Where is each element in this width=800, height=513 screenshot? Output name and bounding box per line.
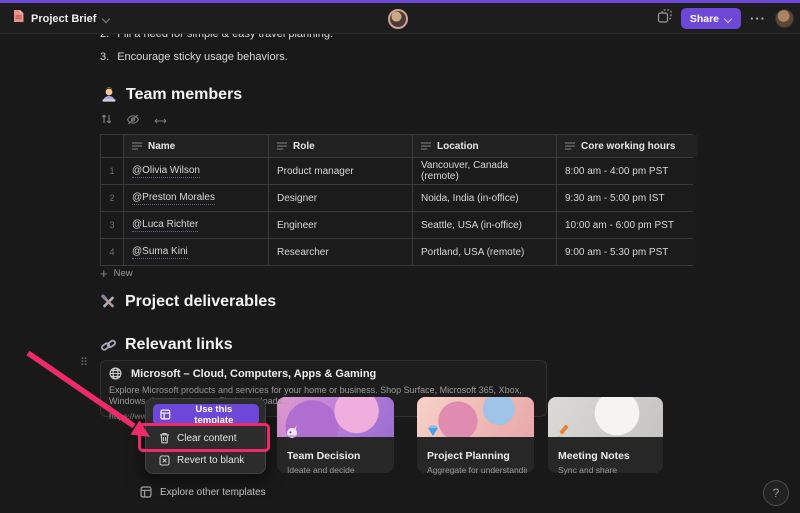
share-label: Share [690, 13, 719, 25]
section-heading-team-members: Team members [100, 86, 242, 104]
team-members-table: Name Role Location Core working hours 1 … [100, 134, 693, 266]
template-subtitle: Sync and share [548, 462, 658, 475]
column-header-hours[interactable]: Core working hours [557, 135, 698, 157]
topbar: Project Brief Share ··· [0, 3, 800, 34]
cell-name[interactable]: @Luca Richter [124, 212, 268, 238]
cell-location[interactable]: Noida, India (in-office) [413, 185, 556, 211]
cell-location[interactable]: Portland, USA (remote) [413, 239, 556, 265]
cell-role[interactable]: Researcher [269, 239, 412, 265]
revert-to-blank-menu-item[interactable]: Revert to blank [153, 450, 259, 470]
block-context-menu: Use this template Clear content Revert t… [145, 398, 266, 474]
column-label: Role [293, 141, 315, 152]
revert-blank-icon [159, 455, 170, 466]
section-title: Project deliverables [125, 293, 276, 311]
row-number: 2 [101, 185, 123, 211]
use-this-template-button[interactable]: Use this template [153, 404, 259, 425]
text-property-icon [565, 142, 575, 150]
cell-role[interactable]: Engineer [269, 212, 412, 238]
text-property-icon [132, 142, 142, 150]
add-row-button[interactable]: + New [100, 268, 133, 279]
template-icon [160, 409, 171, 420]
trash-icon [159, 432, 170, 444]
page-doc-icon [12, 9, 25, 28]
top-accent-strip [0, 0, 800, 3]
cell-name[interactable]: @Preston Morales [124, 185, 268, 211]
list-text: Encourage sticky usage behaviors. [117, 51, 288, 63]
hide-columns-icon[interactable] [126, 112, 140, 130]
template-thumbnail [548, 397, 663, 437]
user-avatar[interactable] [775, 9, 794, 28]
link-icon [100, 337, 117, 354]
template-icon [140, 486, 152, 498]
section-title: Relevant links [125, 336, 233, 354]
list-number: 3. [100, 51, 109, 63]
row-number: 4 [101, 239, 123, 265]
template-subtitle: Ideate and decide [277, 462, 387, 475]
cell-name[interactable]: @Olivia Wilson [124, 158, 268, 184]
menu-item-label: Clear content [177, 433, 236, 444]
title-chevron-icon[interactable] [102, 15, 110, 23]
row-number: 1 [101, 158, 123, 184]
diamond-icon [425, 423, 441, 444]
resize-columns-icon[interactable] [154, 112, 167, 130]
cell-role[interactable]: Product manager [269, 158, 412, 184]
section-heading-deliverables: Project deliverables [100, 293, 276, 311]
explore-templates-label: Explore other templates [160, 487, 266, 498]
user-mention[interactable]: @Luca Richter [132, 219, 198, 232]
sort-icon[interactable] [101, 112, 112, 130]
cell-hours[interactable]: 9:30 am - 5:00 pm IST [557, 185, 698, 211]
text-property-icon [421, 142, 431, 150]
user-mention[interactable]: @Suma Kini [132, 246, 188, 259]
column-header-location[interactable]: Location [413, 135, 556, 157]
menu-item-label: Use this template [176, 404, 252, 426]
cell-hours[interactable]: 10:00 am - 6:00 pm PST [557, 212, 698, 238]
row-number: 3 [101, 212, 123, 238]
cell-role[interactable]: Designer [269, 185, 412, 211]
section-title: Team members [126, 86, 242, 104]
bookmark-title: Microsoft – Cloud, Computers, Apps & Gam… [131, 368, 376, 380]
table-toolbar [101, 112, 167, 130]
share-chevron-icon [724, 15, 732, 23]
cell-hours[interactable]: 8:00 am - 4:00 pm PST [557, 158, 698, 184]
text-property-icon [277, 142, 287, 150]
drag-handle-icon[interactable]: ⠿ [80, 356, 88, 369]
help-button[interactable]: ? [763, 480, 789, 506]
cell-location[interactable]: Vancouver, Canada (remote) [413, 158, 556, 184]
clear-content-menu-item[interactable]: Clear content [153, 428, 259, 448]
list-item[interactable]: 3. Encourage sticky usage behaviors. [100, 51, 288, 63]
column-label: Name [148, 141, 175, 152]
template-card-meeting-notes[interactable]: Meeting Notes Sync and share [548, 397, 663, 473]
menu-item-label: Revert to blank [177, 455, 244, 466]
user-mention[interactable]: @Preston Morales [132, 192, 215, 205]
more-button[interactable]: ··· [750, 11, 766, 26]
share-button[interactable]: Share [681, 8, 741, 29]
new-row-label: New [114, 268, 133, 279]
template-subtitle: Aggregate for understanding an... [417, 462, 527, 475]
cell-name[interactable]: @Suma Kini [124, 239, 268, 265]
column-label: Location [437, 141, 479, 152]
collaborator-avatar[interactable] [388, 9, 408, 29]
table-corner-cell [101, 135, 123, 157]
explore-templates-button[interactable]: Explore other templates [140, 486, 266, 498]
column-header-name[interactable]: Name [124, 135, 268, 157]
unicorn-icon [285, 423, 301, 444]
cell-location[interactable]: Seattle, USA (in-office) [413, 212, 556, 238]
woman-technologist-icon [100, 86, 118, 104]
plus-icon: + [100, 269, 108, 278]
section-heading-links: Relevant links [100, 336, 233, 354]
column-label: Core working hours [581, 141, 675, 152]
pencil-icon [556, 423, 572, 444]
cell-hours[interactable]: 9:00 am - 5:30 pm PST [557, 239, 698, 265]
user-mention[interactable]: @Olivia Wilson [132, 165, 200, 178]
hammer-wrench-icon [100, 294, 117, 311]
globe-icon [109, 367, 122, 380]
app-window: Project Brief Share ··· 2. Fill a need f… [0, 0, 800, 513]
panels-icon[interactable] [657, 9, 672, 29]
page-title: Project Brief [31, 13, 96, 25]
column-header-role[interactable]: Role [269, 135, 412, 157]
